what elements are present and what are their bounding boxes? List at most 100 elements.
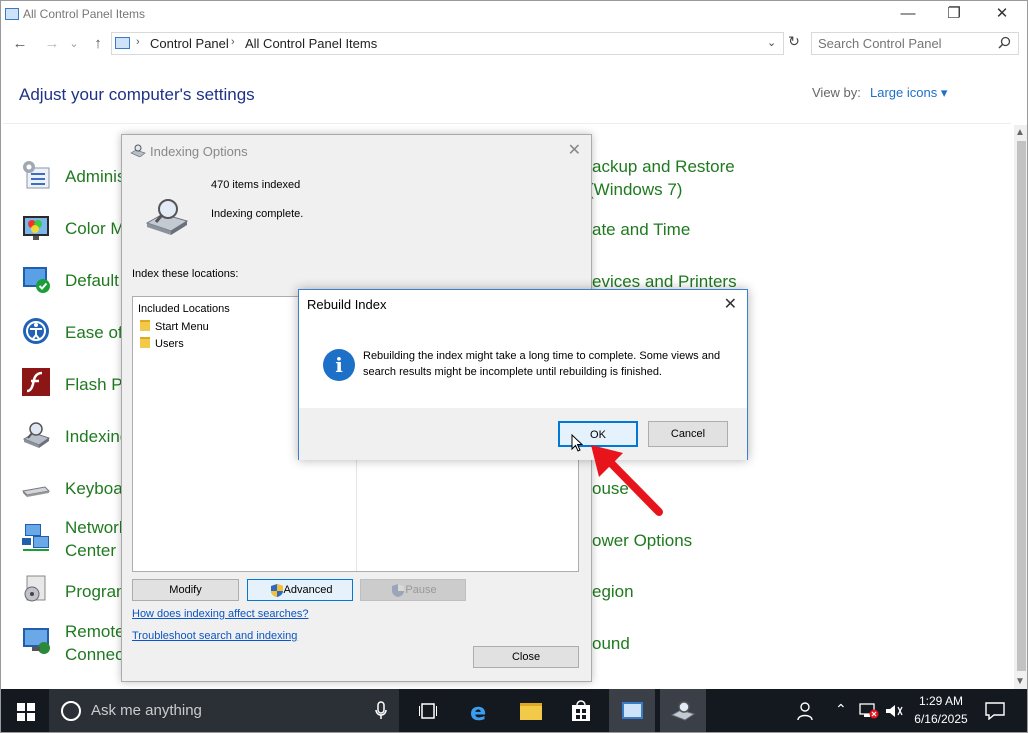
dialog-title: Indexing Options [150,144,248,159]
close-dialog-button[interactable]: ✕ [724,294,737,314]
indexing-options-icon [130,144,146,158]
indexing-status: Indexing complete. [211,208,304,220]
forward-button[interactable]: → [41,33,63,55]
cp-item-color-management[interactable]: Color M [65,219,125,239]
cp-item-administrative-tools[interactable]: Adminis [65,167,125,187]
cp-item-backup-restore-line2[interactable]: (Windows 7) [588,180,682,200]
search-icon[interactable] [998,36,1011,52]
action-center-icon[interactable] [985,702,1005,720]
rebuild-index-dialog: Rebuild Index ✕ i Rebuilding the index m… [298,289,748,460]
troubleshoot-link[interactable]: Troubleshoot search and indexing [132,630,297,642]
close-dialog-button[interactable]: ✕ [568,140,581,160]
breadcrumb-separator: › [136,36,140,48]
help-link-indexing[interactable]: How does indexing affect searches? [132,608,309,620]
edge-icon: e [470,698,487,726]
store-icon [572,700,590,721]
advanced-button-label: Advanced [283,584,333,596]
clock-date[interactable]: 6/16/2025 [909,712,973,726]
cp-item-network-line2[interactable]: Center [65,541,116,561]
cp-item-network[interactable]: Network [65,518,127,538]
cp-item-power-options[interactable]: ower Options [592,531,692,551]
ease-of-access-icon [21,316,51,351]
close-window-button[interactable]: ✕ [979,1,1025,29]
control-panel-icon [115,37,130,49]
index-locations-label: Index these locations: [132,268,239,280]
minimize-button[interactable]: — [885,1,931,29]
info-icon: i [323,349,355,381]
cp-item-indexing-options[interactable]: Indexing [65,427,129,447]
scroll-down-icon[interactable]: ▼ [1015,676,1025,687]
flash-player-icon [21,367,51,402]
edge-browser-button[interactable]: e [458,689,504,732]
refresh-button[interactable]: ↻ [785,33,803,53]
dialog-footer: OK Cancel [299,408,747,460]
search-box[interactable] [811,32,1019,55]
view-by-dropdown[interactable]: Large icons ▾ [870,85,947,101]
people-icon[interactable] [797,701,817,721]
clock-time[interactable]: 1:29 AM [917,694,965,708]
uac-shield-icon [271,584,283,597]
page-title: Adjust your computer's settings [19,85,255,104]
folder-icon [520,703,542,720]
breadcrumb-all-items[interactable]: All Control Panel Items [245,36,377,51]
default-programs-icon [21,264,51,299]
list-item[interactable]: Users [155,338,184,350]
list-item[interactable]: Start Menu [155,321,209,333]
microphone-icon[interactable] [375,701,387,721]
taskbar: Ask me anything e ⌃ 1:29 AM 6/16/2025 [1,689,1027,732]
address-dropdown-icon[interactable]: ⌄ [767,36,776,49]
control-panel-icon [5,8,19,20]
pause-button[interactable]: Pause [360,579,466,601]
task-view-icon [419,703,437,719]
cortana-search-box[interactable]: Ask me anything [49,689,399,732]
cp-item-keyboard[interactable]: Keyboar [65,479,128,499]
folder-icon [140,320,150,331]
remote-connection-icon [21,625,51,660]
address-bar[interactable]: › Control Panel › All Control Panel Item… [111,32,784,55]
cp-item-sound[interactable]: ound [592,634,630,654]
show-hidden-icons[interactable]: ⌃ [835,701,847,718]
cp-item-remote-connections-line2[interactable]: Connect [65,645,128,665]
back-button[interactable]: ← [9,33,31,55]
dialog-title: Rebuild Index [307,297,387,312]
cortana-placeholder: Ask me anything [91,702,202,719]
uac-shield-icon [392,584,404,597]
divider [3,123,1011,124]
window-title: All Control Panel Items [23,7,146,21]
view-by-label: View by: [812,85,861,100]
indexing-options-icon [21,419,51,454]
scroll-thumb[interactable] [1017,141,1026,671]
indexing-options-icon [671,701,695,721]
breadcrumb-separator: › [231,36,235,48]
volume-icon[interactable] [884,703,904,719]
breadcrumb-control-panel[interactable]: Control Panel [150,36,229,51]
control-panel-taskbar-button[interactable] [609,689,655,732]
cp-item-default-programs[interactable]: Default [65,271,119,291]
admin-tools-icon [21,160,51,195]
start-button[interactable] [1,689,47,732]
vertical-scrollbar[interactable]: ▲ ▼ [1014,125,1027,689]
advanced-button[interactable]: Advanced [247,579,353,601]
dialog-message: Rebuilding the index might take a long t… [363,350,721,378]
up-button[interactable]: ↑ [87,33,109,55]
mouse-cursor-icon [571,434,583,452]
cp-item-date-time[interactable]: ate and Time [592,220,690,240]
file-explorer-button[interactable] [508,689,554,732]
task-view-button[interactable] [405,689,451,732]
cp-item-remote-connections[interactable]: Remote [65,622,125,642]
pause-button-label: Pause [405,584,437,596]
title-bar: All Control Panel Items — ❐ ✕ [1,1,1027,29]
restore-button[interactable]: ❐ [931,1,977,29]
scroll-up-icon[interactable]: ▲ [1015,127,1025,138]
list-header: Included Locations [138,303,230,315]
modify-button[interactable]: Modify [132,579,239,601]
search-input[interactable] [818,36,988,51]
network-status-icon[interactable] [859,703,879,719]
indexing-taskbar-button[interactable] [660,689,706,732]
cp-item-region[interactable]: egion [592,582,634,602]
store-button[interactable] [558,689,604,732]
close-button[interactable]: Close [473,646,579,668]
cp-item-backup-restore[interactable]: ackup and Restore [592,157,735,177]
recent-locations-button[interactable]: ⌄ [63,33,85,55]
screen: All Control Panel Items — ❐ ✕ ← → ⌄ ↑ › … [0,0,1028,733]
